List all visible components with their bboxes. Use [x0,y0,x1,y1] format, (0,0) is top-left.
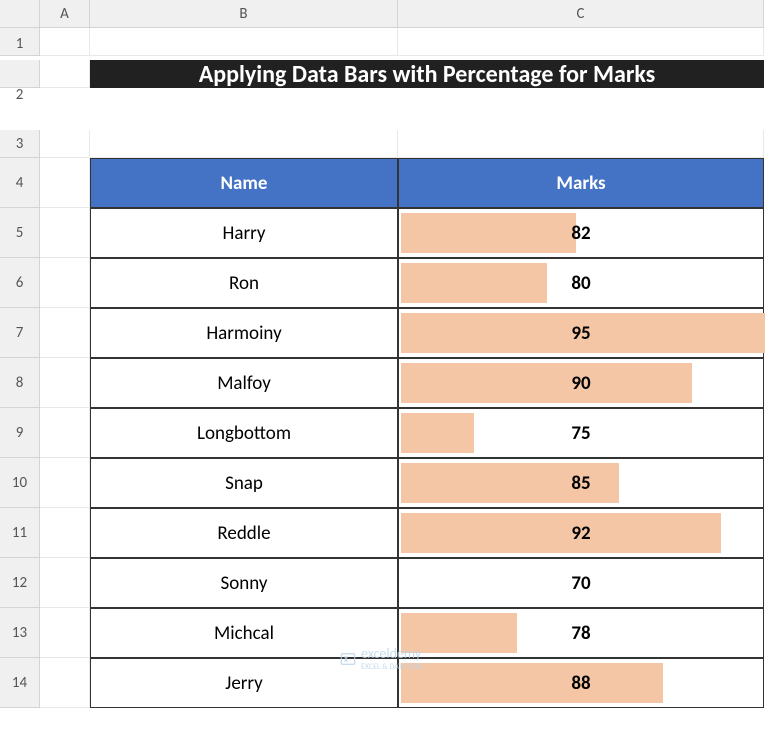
row-header-13[interactable]: 13 [0,608,40,658]
marks-cell-4[interactable]: 75 [398,408,764,458]
cell-b1[interactable] [90,28,398,56]
marks-value-3: 90 [399,359,763,407]
select-all-corner[interactable] [0,0,40,28]
marks-cell-3[interactable]: 90 [398,358,764,408]
cell-a14[interactable] [40,658,90,708]
marks-cell-0[interactable]: 82 [398,208,764,258]
marks-value-5: 85 [399,459,763,507]
header-marks[interactable]: Marks [398,158,764,208]
marks-value-1: 80 [399,259,763,307]
marks-cell-5[interactable]: 85 [398,458,764,508]
name-cell-3[interactable]: Malfoy [90,358,398,408]
col-header-b[interactable]: B [90,0,398,28]
name-cell-6[interactable]: Reddle [90,508,398,558]
marks-value-6: 92 [399,509,763,557]
cell-a12[interactable] [40,558,90,608]
cell-a1[interactable] [40,28,90,56]
cell-a10[interactable] [40,458,90,508]
row-header-1[interactable]: 1 [0,28,40,56]
cell-c1[interactable] [398,28,764,56]
name-cell-0[interactable]: Harry [90,208,398,258]
row-header-5[interactable]: 5 [0,208,40,258]
row-header-4[interactable]: 4 [0,158,40,208]
row-header-12[interactable]: 12 [0,558,40,608]
marks-cell-2[interactable]: 95 [398,308,764,358]
row-header-2[interactable]: 2 [0,60,40,88]
cell-a11[interactable] [40,508,90,558]
marks-value-4: 75 [399,409,763,457]
watermark-tagline: EXCEL & DATA HUB [361,662,422,672]
marks-value-9: 88 [399,659,763,707]
row-header-10[interactable]: 10 [0,458,40,508]
cell-a7[interactable] [40,308,90,358]
cell-a5[interactable] [40,208,90,258]
marks-cell-7[interactable]: 70 [398,558,764,608]
marks-value-7: 70 [399,559,763,607]
marks-value-8: 78 [399,609,763,657]
name-cell-4[interactable]: Longbottom [90,408,398,458]
spreadsheet-grid: A B C [0,0,767,28]
row-header-3[interactable]: 3 [0,130,40,158]
cell-a13[interactable] [40,608,90,658]
cell-a9[interactable] [40,408,90,458]
marks-cell-8[interactable]: 78 [398,608,764,658]
col-header-a[interactable]: A [40,0,90,28]
row-header-11[interactable]: 11 [0,508,40,558]
title-cell[interactable]: Applying Data Bars with Percentage for M… [90,60,764,88]
row-header-6[interactable]: 6 [0,258,40,308]
row-header-14[interactable]: 14 [0,658,40,708]
name-cell-5[interactable]: Snap [90,458,398,508]
marks-value-0: 82 [399,209,763,257]
cell-a4[interactable] [40,158,90,208]
marks-cell-6[interactable]: 92 [398,508,764,558]
marks-value-2: 95 [399,309,763,357]
watermark: exceldemy EXCEL & DATA HUB [340,645,422,672]
cell-b3[interactable] [90,130,398,158]
watermark-brand: exceldemy [361,645,421,662]
name-cell-7[interactable]: Sonny [90,558,398,608]
name-cell-2[interactable]: Harmoiny [90,308,398,358]
header-name[interactable]: Name [90,158,398,208]
cell-a6[interactable] [40,258,90,308]
excel-icon [340,651,356,667]
cell-c3[interactable] [398,130,764,158]
cell-a3[interactable] [40,130,90,158]
col-header-c[interactable]: C [398,0,764,28]
name-cell-1[interactable]: Ron [90,258,398,308]
marks-cell-1[interactable]: 80 [398,258,764,308]
row-header-7[interactable]: 7 [0,308,40,358]
marks-cell-9[interactable]: 88 [398,658,764,708]
cell-a8[interactable] [40,358,90,408]
row-header-8[interactable]: 8 [0,358,40,408]
cell-a2[interactable] [40,60,90,88]
row-header-9[interactable]: 9 [0,408,40,458]
